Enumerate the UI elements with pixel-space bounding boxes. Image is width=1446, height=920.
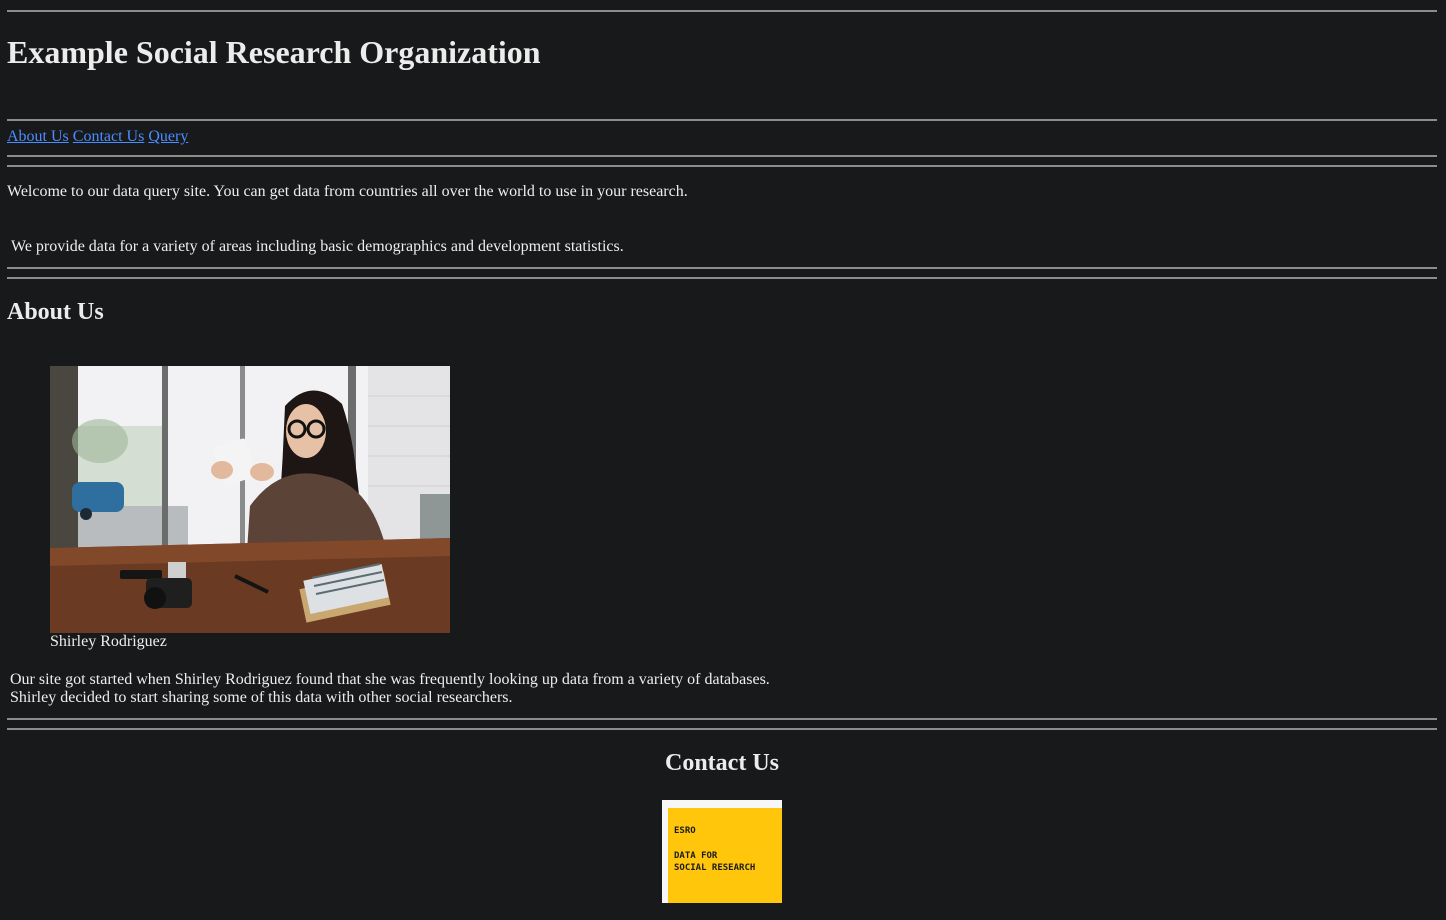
nav-link-query[interactable]: Query (148, 128, 188, 145)
about-bottom-rule (7, 718, 1437, 720)
site-title: Example Social Research Organization (7, 34, 541, 70)
nav-bottom-rule (7, 155, 1437, 157)
intro-welcome-text: Welcome to our data query site. You can … (7, 183, 688, 200)
about-top-rule (7, 277, 1437, 279)
header-bottom-rule (7, 119, 1437, 121)
about-paragraph-line-2: Shirley decided to start sharing some of… (10, 689, 513, 706)
header-top-rule (7, 10, 1437, 12)
main-nav: About Us Contact Us Query (7, 128, 188, 146)
contact-us-heading: Contact Us (665, 750, 779, 776)
photo-illustration (50, 366, 450, 633)
nav-link-contact-us[interactable]: Contact Us (73, 128, 145, 145)
intro-areas-text: We provide data for a variety of areas i… (11, 238, 624, 255)
about-paragraph-line-1: Our site got started when Shirley Rodrig… (10, 671, 770, 688)
logo-text-data-for: DATA FOR (674, 851, 718, 861)
shirley-photo (50, 366, 450, 633)
esro-logo: ESRO DATA FOR SOCIAL RESEARCH (662, 800, 782, 903)
esro-logo-panel: ESRO DATA FOR SOCIAL RESEARCH (668, 808, 782, 903)
nav-link-about-us[interactable]: About Us (7, 128, 69, 145)
logo-text-esro: ESRO (674, 826, 696, 836)
intro-top-rule (7, 165, 1437, 167)
page: Example Social Research Organization Abo… (0, 0, 1446, 920)
about-us-heading: About Us (7, 299, 104, 325)
intro-bottom-rule (7, 267, 1437, 269)
contact-top-rule (7, 728, 1437, 730)
logo-text-social-research: SOCIAL RESEARCH (674, 863, 756, 873)
photo-caption: Shirley Rodriguez (50, 633, 167, 650)
